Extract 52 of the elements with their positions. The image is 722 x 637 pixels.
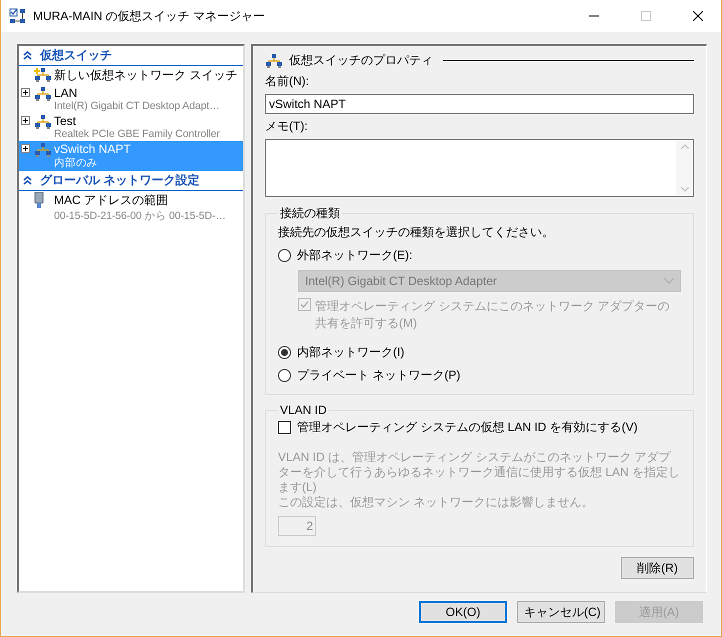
collapse-icon[interactable] [23,51,32,60]
expand-icon[interactable] [21,88,30,97]
name-field[interactable]: vSwitch NAPT [265,94,694,114]
group-title: 接続の種類 [279,205,341,222]
field-label: メモ(T): [265,118,309,135]
switch-list-item[interactable]: LAN Intel(R) Gigabit CT Desktop Adapt… [19,85,243,113]
expand-icon[interactable] [21,116,30,125]
new-network-icon [34,67,52,83]
description-text: この設定は、仮想マシン ネットワークには影響しません。 [278,495,594,510]
app-icon [9,8,27,24]
radio-button[interactable] [278,249,291,262]
group-title: VLAN ID [279,403,328,417]
checkbox-label: 管理オペレーティング システムの仮想 LAN ID を有効にする(V) [297,419,638,436]
section-header: グローバル ネットワーク設定 [40,172,200,189]
dialog-button[interactable]: キャンセル(C) [517,601,605,623]
radio-button[interactable] [278,346,291,359]
radio-label: 内部ネットワーク(I) [297,344,404,361]
item-subtitle: Intel(R) Gigabit CT Desktop Adapt… [54,100,221,112]
dialog-button[interactable]: OK(O) [419,601,507,623]
section-header: 仮想スイッチ [40,47,112,64]
description-text: VLAN ID は、管理オペレーティング システムがこのネットワーク アダプターを介して行うあらゆるネットワーク通信に使用する仮想 LAN を指定します(L) [278,450,681,495]
instruction-text: 接続先の仮想スイッチの種類を選択してください。 [278,224,555,241]
switch-list-item[interactable]: Test Realtek PCIe GBE Family Controller [19,113,243,141]
panel-heading: 仮想スイッチのプロパティ [289,52,433,69]
caret-icon [664,278,674,284]
network-icon [34,142,52,158]
network-icon [34,114,52,130]
item-subtitle: Realtek PCIe GBE Family Controller [54,128,221,140]
network-icon [34,86,52,102]
checkbox-label: 管理オペレーティング システムにこのネットワーク アダプターの共有を許可する(M) [315,298,671,332]
delete-button[interactable]: 削除(R) [621,557,694,579]
radio-label: 外部ネットワーク(E): [297,247,412,264]
radio-button[interactable] [278,369,291,382]
item-title: Test [54,114,78,128]
switch-list-item[interactable]: 新しい仮想ネットワーク スイッチ [19,66,243,85]
close-icon[interactable] [693,11,703,21]
adapter-dropdown: Intel(R) Gigabit CT Desktop Adapter [298,270,681,292]
window-title: MURA-MAIN の仮想スイッチ マネージャー [33,8,266,24]
item-subtitle: 内部のみ [54,156,99,170]
network-icon [265,52,283,68]
item-title: 新しい仮想ネットワーク スイッチ [54,67,238,84]
item-title: LAN [54,86,78,100]
item-subtitle: 00-15-5D-21-56-00 から 00-15-5D-… [54,209,227,223]
expand-icon[interactable] [21,144,30,153]
radio-label: プライベート ネットワーク(P) [297,367,460,384]
vlan-id-field: 2 [278,516,316,536]
collapse-icon[interactable] [23,176,32,185]
item-title: vSwitch NAPT [54,142,132,156]
field-label: 名前(N): [265,73,310,90]
item-title: MAC アドレスの範囲 [54,192,169,209]
switch-list-item[interactable]: MAC アドレスの範囲 00-15-5D-21-56-00 から 00-15-5D-… [19,191,243,224]
plug-icon [34,192,44,208]
